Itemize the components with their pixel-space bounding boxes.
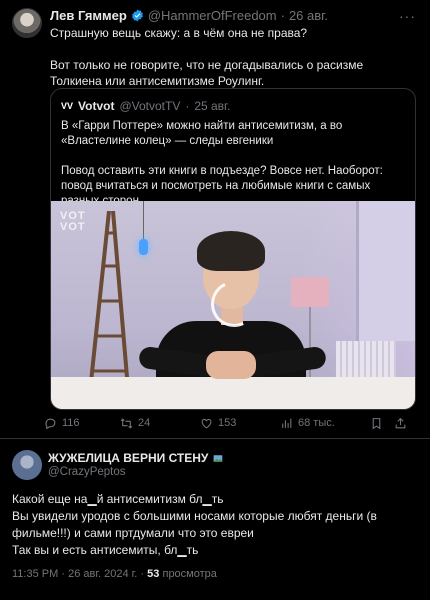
reply-time[interactable]: 11:35 PM	[12, 568, 58, 580]
separator: ·	[280, 8, 285, 23]
tweet-header: Лев Гяммер @HammerOfFreedom · 26 авг.	[50, 8, 328, 23]
window	[356, 201, 415, 341]
share-icon	[395, 417, 406, 428]
repost-icon	[120, 417, 133, 429]
share-button[interactable]	[394, 417, 412, 430]
separator: ·	[140, 568, 145, 580]
views-chart-icon	[282, 418, 292, 428]
reply-author-handle[interactable]: @CrazyPeptos	[48, 466, 126, 478]
reply-line: Так вы и есть антисемиты, бл▁ть	[12, 543, 199, 557]
reply-author-name[interactable]: ЖУЖЕЛИЦА ВЕРНИ СТЕНУ	[48, 451, 208, 465]
quote-author-handle[interactable]: @VotvotTV	[119, 99, 180, 113]
repost-count: 24	[138, 417, 151, 429]
floor-lamp	[291, 277, 329, 307]
tweet-date[interactable]: 26 авг.	[289, 8, 328, 23]
repost-button[interactable]: 24	[120, 417, 200, 430]
reply-icon	[45, 418, 56, 429]
author-name[interactable]: Лев Гяммер	[50, 8, 127, 23]
avatar[interactable]	[12, 8, 42, 38]
reply-header: ЖУЖЕЛИЦА ВЕРНИ СТЕНУ	[48, 451, 225, 465]
quote-paragraph: В «Гарри Поттере» можно найти антисемити…	[61, 120, 343, 147]
reply-text: Какой еще на▁й антисемитизм бл▁ть Вы уви…	[12, 491, 422, 559]
views-count: 68 тыс.	[298, 417, 335, 429]
divider	[0, 438, 430, 439]
reply-count: 116	[62, 417, 80, 429]
bookmark-icon	[372, 417, 381, 429]
quote-author-name[interactable]: Votvot	[78, 99, 114, 113]
like-count: 153	[218, 417, 237, 429]
separator: ·	[185, 99, 190, 113]
separator: ·	[61, 568, 66, 580]
tweet-paragraph: Страшную вещь скажу: а в чём она не прав…	[50, 26, 308, 40]
table	[51, 377, 415, 409]
person-hair	[197, 231, 265, 271]
tweet[interactable]: Лев Гяммер @HammerOfFreedom · 26 авг. ··…	[0, 0, 430, 438]
reply-avatar[interactable]	[12, 450, 42, 480]
more-options-icon[interactable]: ···	[399, 8, 416, 24]
reply-button[interactable]: 116	[44, 417, 120, 430]
blue-lamp	[139, 239, 148, 255]
quote-date[interactable]: 25 авг.	[194, 99, 230, 113]
emoji-flag-icon	[214, 454, 223, 462]
reply-line: Вы увидели уродов с большими носами кото…	[12, 509, 377, 540]
like-button[interactable]: 153	[200, 417, 280, 430]
tweet-paragraph: Вот только не говорите, что не догадывал…	[50, 58, 364, 88]
reply-views-label: просмотра	[162, 568, 217, 580]
votvot-logo-icon: VV	[61, 101, 74, 111]
lamp-cord	[143, 201, 144, 239]
reply-date[interactable]: 26 авг. 2024 г.	[68, 568, 137, 580]
reply-meta: 11:35 PM · 26 авг. 2024 г. · 53 просмотр…	[12, 568, 217, 580]
radiator	[336, 341, 396, 381]
views-button[interactable]: 68 тыс.	[280, 417, 370, 430]
reply-views-count: 53	[147, 568, 160, 580]
verified-badge-icon	[131, 9, 143, 22]
quote-header: VV Votvot @VotvotTV · 25 авг.	[61, 99, 230, 113]
ladder-image	[87, 211, 131, 401]
video-watermark: VOT VOT	[60, 210, 86, 233]
person-hands	[206, 351, 256, 379]
author-handle[interactable]: @HammerOfFreedom	[148, 8, 277, 23]
action-bar: 116 24 153 68 тыс.	[44, 414, 424, 432]
quoted-tweet[interactable]: VV Votvot @VotvotTV · 25 авг. В «Гарри П…	[50, 88, 416, 410]
bookmark-button[interactable]	[370, 417, 394, 430]
reply-line: Какой еще на▁й антисемитизм бл▁ть	[12, 492, 224, 506]
heart-icon	[201, 418, 212, 428]
video-player[interactable]: VOT VOT	[51, 201, 415, 409]
